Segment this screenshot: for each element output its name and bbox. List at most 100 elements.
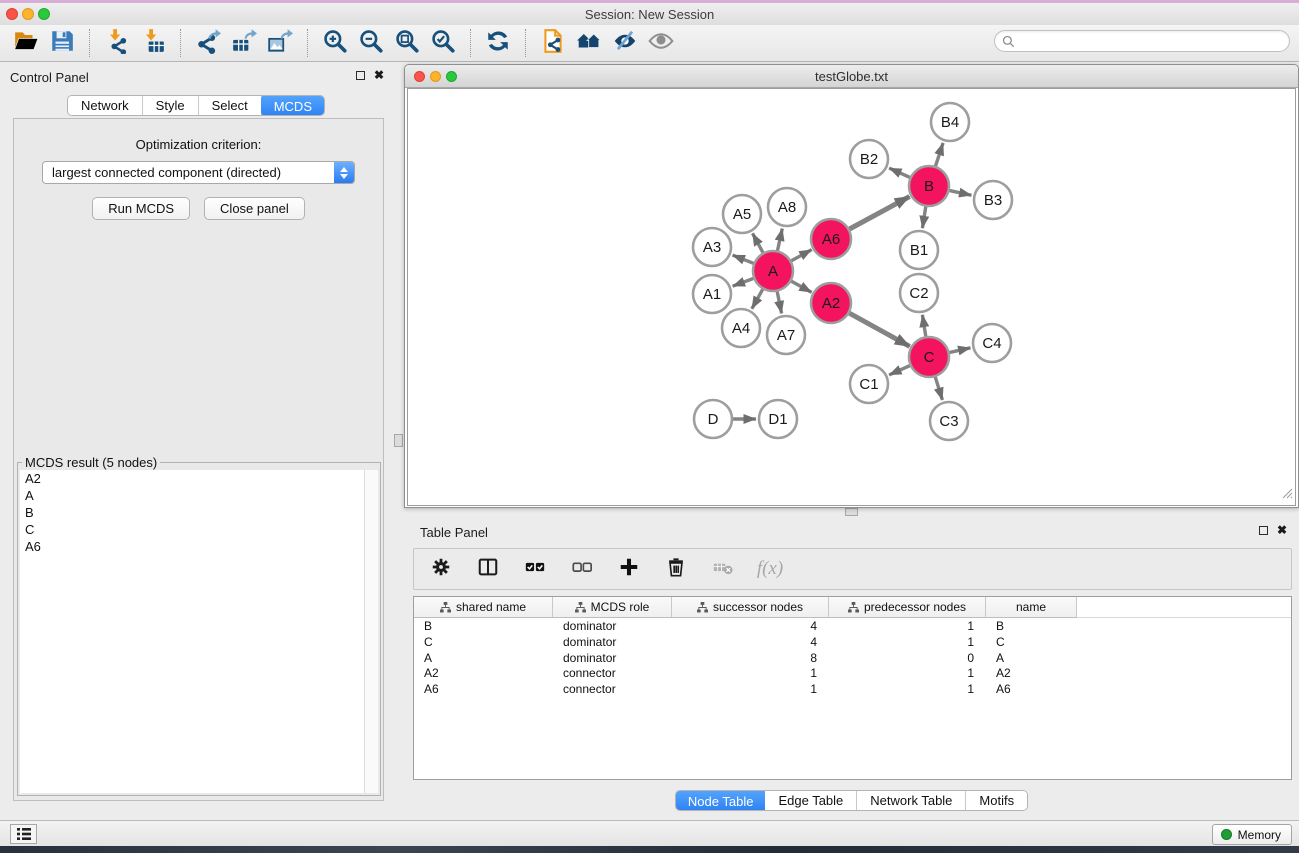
network-minimize-button[interactable] xyxy=(430,71,441,82)
table-tab-network-table[interactable]: Network Table xyxy=(857,791,966,810)
eye-button[interactable] xyxy=(643,27,679,59)
network-document-button[interactable] xyxy=(535,27,571,59)
edge-A2-C[interactable] xyxy=(849,313,910,347)
delete-columns-button[interactable] xyxy=(663,556,689,582)
zoom-selected-button[interactable] xyxy=(425,27,461,59)
table-row[interactable]: Adominator80A xyxy=(414,650,1291,666)
node-A[interactable]: A xyxy=(753,251,793,291)
node-A7[interactable]: A7 xyxy=(767,316,805,354)
edge-A6-B[interactable] xyxy=(849,197,910,230)
node-A5[interactable]: A5 xyxy=(723,195,761,233)
node-D[interactable]: D xyxy=(694,400,732,438)
edge-A-A6[interactable] xyxy=(791,250,812,262)
save-session-button[interactable] xyxy=(44,27,80,59)
node-C3[interactable]: C3 xyxy=(930,402,968,440)
column-header-successor-nodes[interactable]: successor nodes xyxy=(672,597,829,618)
table-float-panel-icon[interactable] xyxy=(1259,526,1268,535)
node-A1[interactable]: A1 xyxy=(693,275,731,313)
mcds-result-item[interactable]: A2 xyxy=(20,470,364,487)
node-A3[interactable]: A3 xyxy=(693,228,731,266)
memory-button[interactable]: Memory xyxy=(1212,824,1292,845)
mcds-result-item[interactable]: A6 xyxy=(20,538,364,555)
node-A8[interactable]: A8 xyxy=(768,188,806,226)
node-A2[interactable]: A2 xyxy=(811,283,851,323)
edge-C-C1[interactable] xyxy=(889,365,911,375)
task-history-button[interactable] xyxy=(10,824,37,844)
edge-C-C2[interactable] xyxy=(922,315,926,338)
node-B1[interactable]: B1 xyxy=(900,231,938,269)
column-header-predecessor-nodes[interactable]: predecessor nodes xyxy=(829,597,986,618)
minimize-window-button[interactable] xyxy=(22,8,34,20)
edge-C-C3[interactable] xyxy=(935,376,942,400)
edge-B-B3[interactable] xyxy=(949,190,972,195)
horizontal-split-handle[interactable] xyxy=(845,508,858,516)
node-table[interactable]: shared nameMCDS rolesuccessor nodesprede… xyxy=(413,596,1292,780)
edge-C-C4[interactable] xyxy=(949,348,971,353)
column-header-name[interactable]: name xyxy=(986,597,1077,618)
open-file-button[interactable] xyxy=(8,27,44,59)
close-window-button[interactable] xyxy=(6,8,18,20)
node-C[interactable]: C xyxy=(909,337,949,377)
import-network-button[interactable] xyxy=(99,27,135,59)
edge-A-A4[interactable] xyxy=(752,288,763,308)
table-mode-gear-button[interactable] xyxy=(428,556,454,582)
export-image-button[interactable] xyxy=(262,27,298,59)
edge-A-A3[interactable] xyxy=(733,255,755,264)
edge-A-A1[interactable] xyxy=(733,278,755,286)
table-row[interactable]: A6connector11A6 xyxy=(414,681,1291,697)
deselect-all-button[interactable] xyxy=(569,556,595,582)
table-row[interactable]: Cdominator41C xyxy=(414,634,1291,650)
refresh-button[interactable] xyxy=(480,27,516,59)
zoom-window-button[interactable] xyxy=(38,8,50,20)
run-mcds-button[interactable]: Run MCDS xyxy=(92,197,190,220)
tab-mcds[interactable]: MCDS xyxy=(261,95,325,116)
edge-A-A2[interactable] xyxy=(791,281,812,293)
node-B2[interactable]: B2 xyxy=(850,140,888,178)
edge-B-B4[interactable] xyxy=(935,143,943,167)
node-D1[interactable]: D1 xyxy=(759,400,797,438)
edge-B-B2[interactable] xyxy=(889,168,911,178)
tab-select[interactable]: Select xyxy=(199,96,262,115)
table-tab-edge-table[interactable]: Edge Table xyxy=(765,791,857,810)
node-B3[interactable]: B3 xyxy=(974,181,1012,219)
node-C2[interactable]: C2 xyxy=(900,274,938,312)
table-row[interactable]: A2connector11A2 xyxy=(414,665,1291,681)
export-table-button[interactable] xyxy=(226,27,262,59)
table-tab-motifs[interactable]: Motifs xyxy=(966,791,1027,810)
show-columns-button[interactable] xyxy=(475,556,501,582)
edge-B-B1[interactable] xyxy=(922,206,926,229)
mcds-result-item[interactable]: A xyxy=(20,487,364,504)
column-header-shared-name[interactable]: shared name xyxy=(414,597,553,618)
float-panel-icon[interactable] xyxy=(356,71,365,80)
search-input[interactable] xyxy=(1015,32,1289,50)
node-B[interactable]: B xyxy=(909,166,949,206)
import-table-button[interactable] xyxy=(135,27,171,59)
mcds-result-list[interactable]: A2ABCA6 xyxy=(20,470,364,793)
optimization-criterion-select[interactable]: largest connected component (directed) xyxy=(42,161,355,184)
table-tab-node-table[interactable]: Node Table xyxy=(675,790,767,811)
zoom-out-button[interactable] xyxy=(353,27,389,59)
new-column-button[interactable] xyxy=(616,556,642,582)
node-C1[interactable]: C1 xyxy=(850,365,888,403)
node-B4[interactable]: B4 xyxy=(931,103,969,141)
mcds-result-item[interactable]: C xyxy=(20,521,364,538)
home-button[interactable] xyxy=(571,27,607,59)
close-panel-icon[interactable]: ✖ xyxy=(374,70,384,80)
zoom-fit-button[interactable] xyxy=(389,27,425,59)
window-resize-grip[interactable] xyxy=(1280,486,1293,504)
hide-eye-button[interactable] xyxy=(607,27,643,59)
node-A4[interactable]: A4 xyxy=(722,309,760,347)
result-scrollbar[interactable] xyxy=(364,470,378,793)
network-close-button[interactable] xyxy=(414,71,425,82)
node-C4[interactable]: C4 xyxy=(973,324,1011,362)
close-panel-button[interactable]: Close panel xyxy=(204,197,305,220)
zoom-in-button[interactable] xyxy=(317,27,353,59)
tab-network[interactable]: Network xyxy=(68,96,143,115)
edge-A-A5[interactable] xyxy=(753,233,764,253)
vertical-split-handle[interactable] xyxy=(394,434,403,447)
network-canvas[interactable]: B4B2BB3A8A5A6A3B1AA1C2A2A4A7C4CC1C3DD1 xyxy=(407,88,1296,506)
edge-A-A8[interactable] xyxy=(777,229,782,252)
edge-A-A7[interactable] xyxy=(777,291,782,314)
export-network-button[interactable] xyxy=(190,27,226,59)
mcds-result-item[interactable]: B xyxy=(20,504,364,521)
